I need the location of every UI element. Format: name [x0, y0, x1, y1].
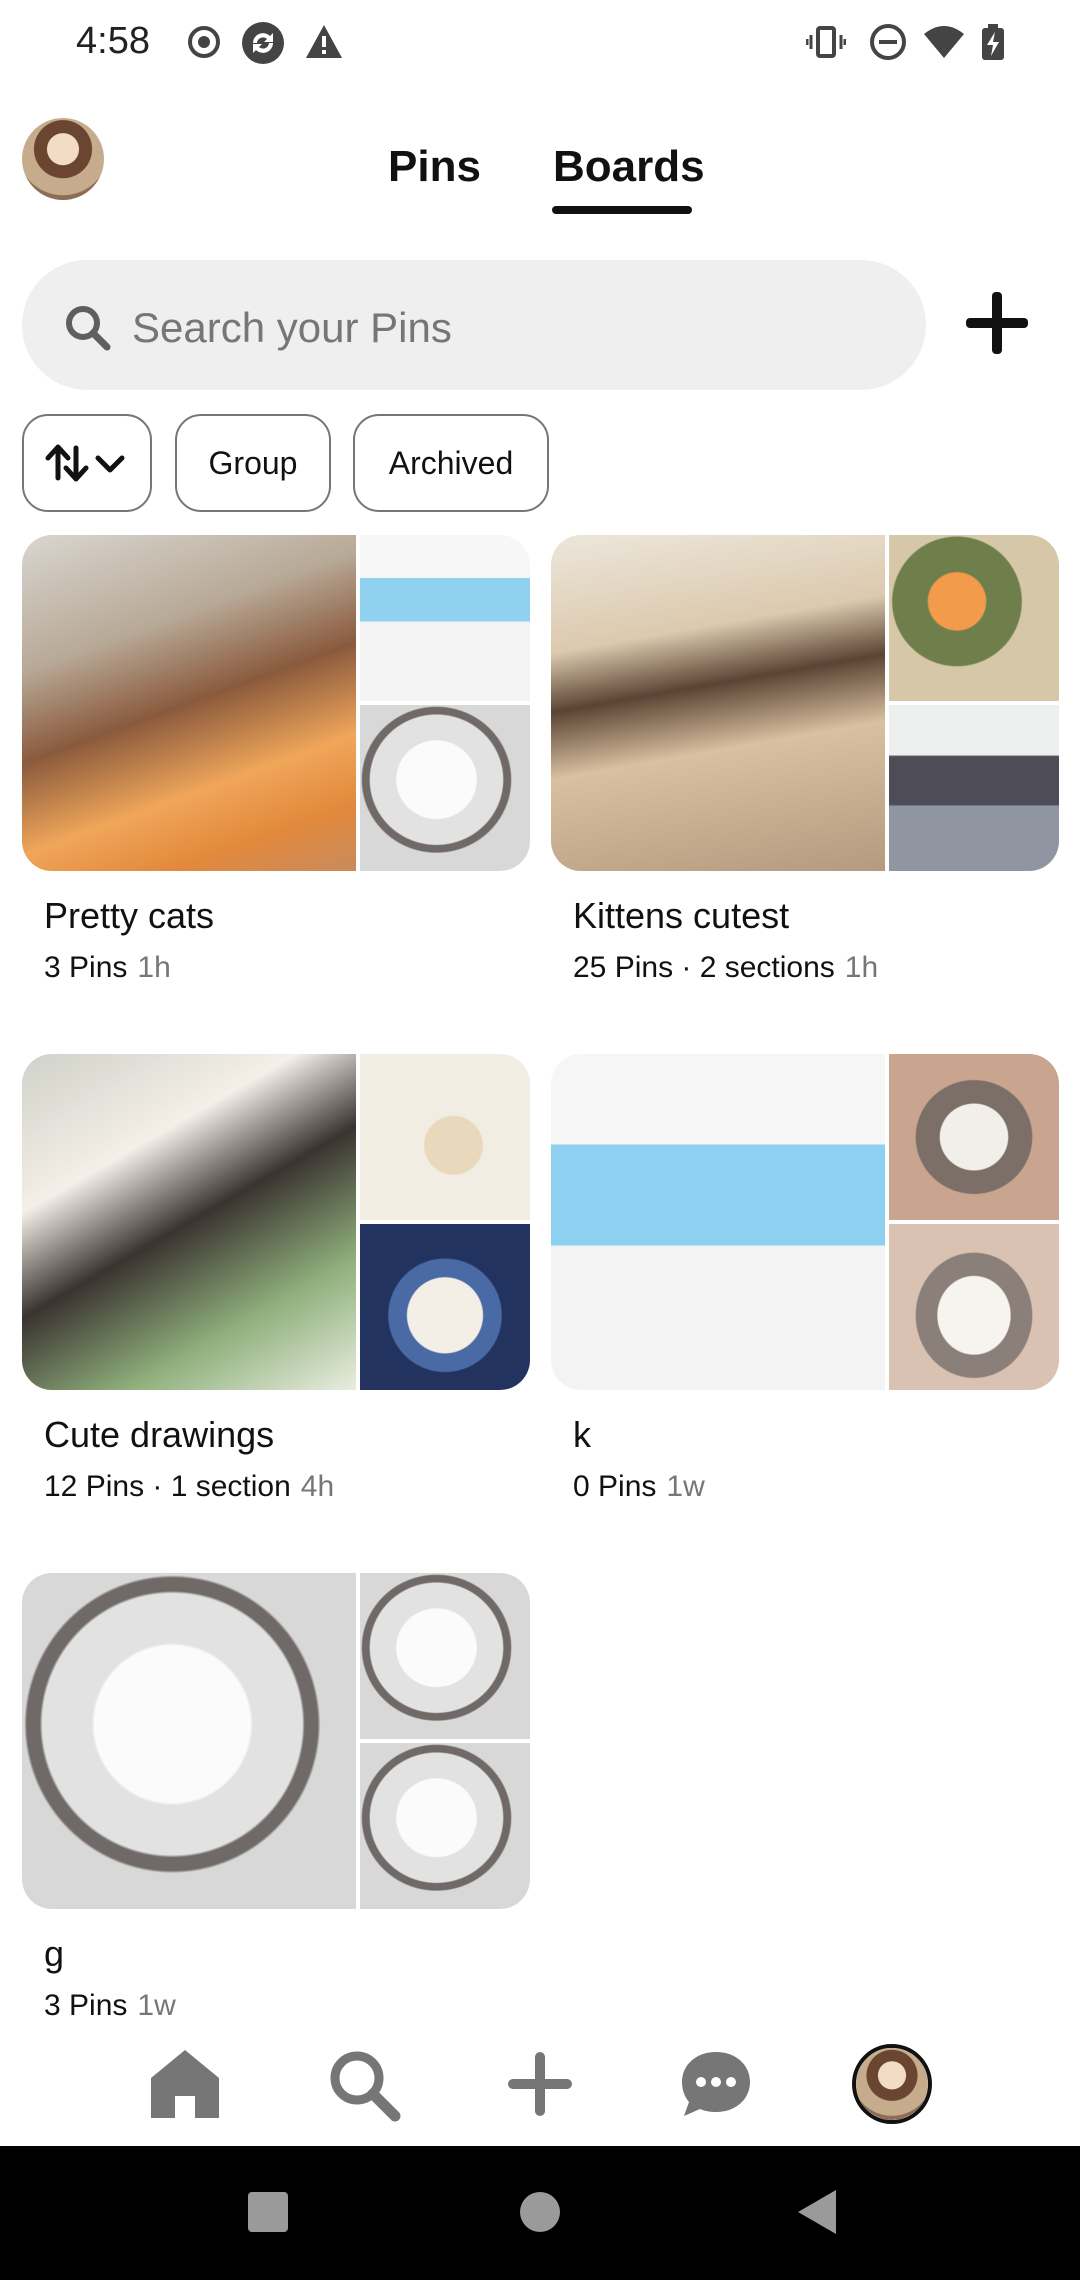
back-icon[interactable] [790, 2184, 846, 2240]
battery-charging-icon [982, 24, 1004, 60]
board-meta: 3 Pins 1h [44, 951, 171, 985]
sync-app-icon [242, 22, 284, 64]
add-board-button[interactable] [960, 286, 1034, 360]
board-meta: 12 Pins · 1 section 4h [44, 1470, 334, 1504]
board-cover-image [889, 1224, 1059, 1390]
search-input[interactable]: Search your Pins [22, 260, 926, 390]
sort-arrows-icon [45, 444, 125, 482]
board-pin-count: 0 Pins [573, 1470, 657, 1503]
vibrate-icon [806, 26, 846, 58]
record-icon [188, 26, 220, 58]
warning-icon [306, 25, 342, 58]
board-cover[interactable] [551, 535, 1059, 871]
board-cover-image [360, 1573, 530, 1739]
board-age: 1h [844, 951, 879, 984]
create-icon[interactable] [500, 2044, 580, 2124]
board-cover-image [22, 1054, 356, 1390]
search-icon[interactable] [323, 2044, 403, 2124]
bottom-navigation [0, 2022, 1080, 2146]
profile-avatar[interactable] [852, 2044, 932, 2124]
board-pin-count: 12 Pins · 1 section [44, 1470, 291, 1503]
board-age: 1w [666, 1470, 705, 1503]
board-cover-image [360, 1054, 530, 1220]
tab-boards[interactable]: Boards [553, 142, 705, 192]
board-cover[interactable] [22, 1573, 530, 1909]
board-cover-image [360, 535, 530, 701]
profile-avatar-image [856, 2048, 928, 2120]
status-time: 4:58 [76, 20, 150, 62]
board-pin-count: 3 Pins [44, 1989, 128, 2022]
board-meta: 0 Pins 1w [573, 1470, 705, 1504]
board-title: Cute drawings [44, 1414, 275, 1455]
board-cover-image [360, 705, 530, 871]
board-age: 1w [137, 1989, 176, 2022]
board-cover-image [360, 1743, 530, 1909]
board-cover-image [22, 1573, 356, 1909]
board-cover-image [360, 1224, 530, 1390]
board-title: k [573, 1414, 591, 1455]
board-cover-image [889, 705, 1059, 871]
board-age: 1h [137, 951, 171, 984]
board-meta: 3 Pins 1w [44, 1989, 176, 2023]
group-filter-chip[interactable]: Group [175, 414, 331, 512]
status-bar: 4:58 [0, 0, 1080, 88]
wifi-icon [924, 26, 964, 58]
search-icon [66, 306, 111, 351]
app-screen: 4:58 Pins Boards Search your Pins Group … [0, 0, 1080, 2280]
board-pin-count: 3 Pins [44, 951, 128, 984]
do-not-disturb-icon [870, 24, 906, 60]
messages-icon[interactable] [676, 2044, 756, 2124]
tab-selected-indicator [552, 206, 692, 214]
board-cover[interactable] [22, 1054, 530, 1390]
recents-icon[interactable] [240, 2184, 296, 2240]
board-cover-image [889, 1054, 1059, 1220]
board-cover[interactable] [22, 535, 530, 871]
system-navigation-bar [0, 2146, 1080, 2280]
sort-button[interactable] [22, 414, 152, 512]
home-icon[interactable] [145, 2044, 225, 2124]
board-title: Pretty cats [44, 895, 215, 936]
board-age: 4h [300, 1470, 335, 1503]
search-placeholder: Search your Pins [132, 304, 452, 351]
user-avatar[interactable] [22, 118, 104, 200]
board-cover-image [22, 535, 356, 871]
board-title: g [44, 1933, 65, 1974]
tab-pins[interactable]: Pins [388, 142, 481, 192]
home-system-icon[interactable] [512, 2184, 568, 2240]
board-cover[interactable] [551, 1054, 1059, 1390]
archived-filter-chip[interactable]: Archived [353, 414, 549, 512]
board-pin-count: 25 Pins · 2 sections [573, 951, 835, 984]
board-cover-image [889, 535, 1059, 701]
board-cover-image [551, 1054, 885, 1390]
board-title: Kittens cutest [573, 895, 790, 936]
board-meta: 25 Pins · 2 sections 1h [573, 951, 878, 985]
board-cover-image [551, 535, 885, 871]
